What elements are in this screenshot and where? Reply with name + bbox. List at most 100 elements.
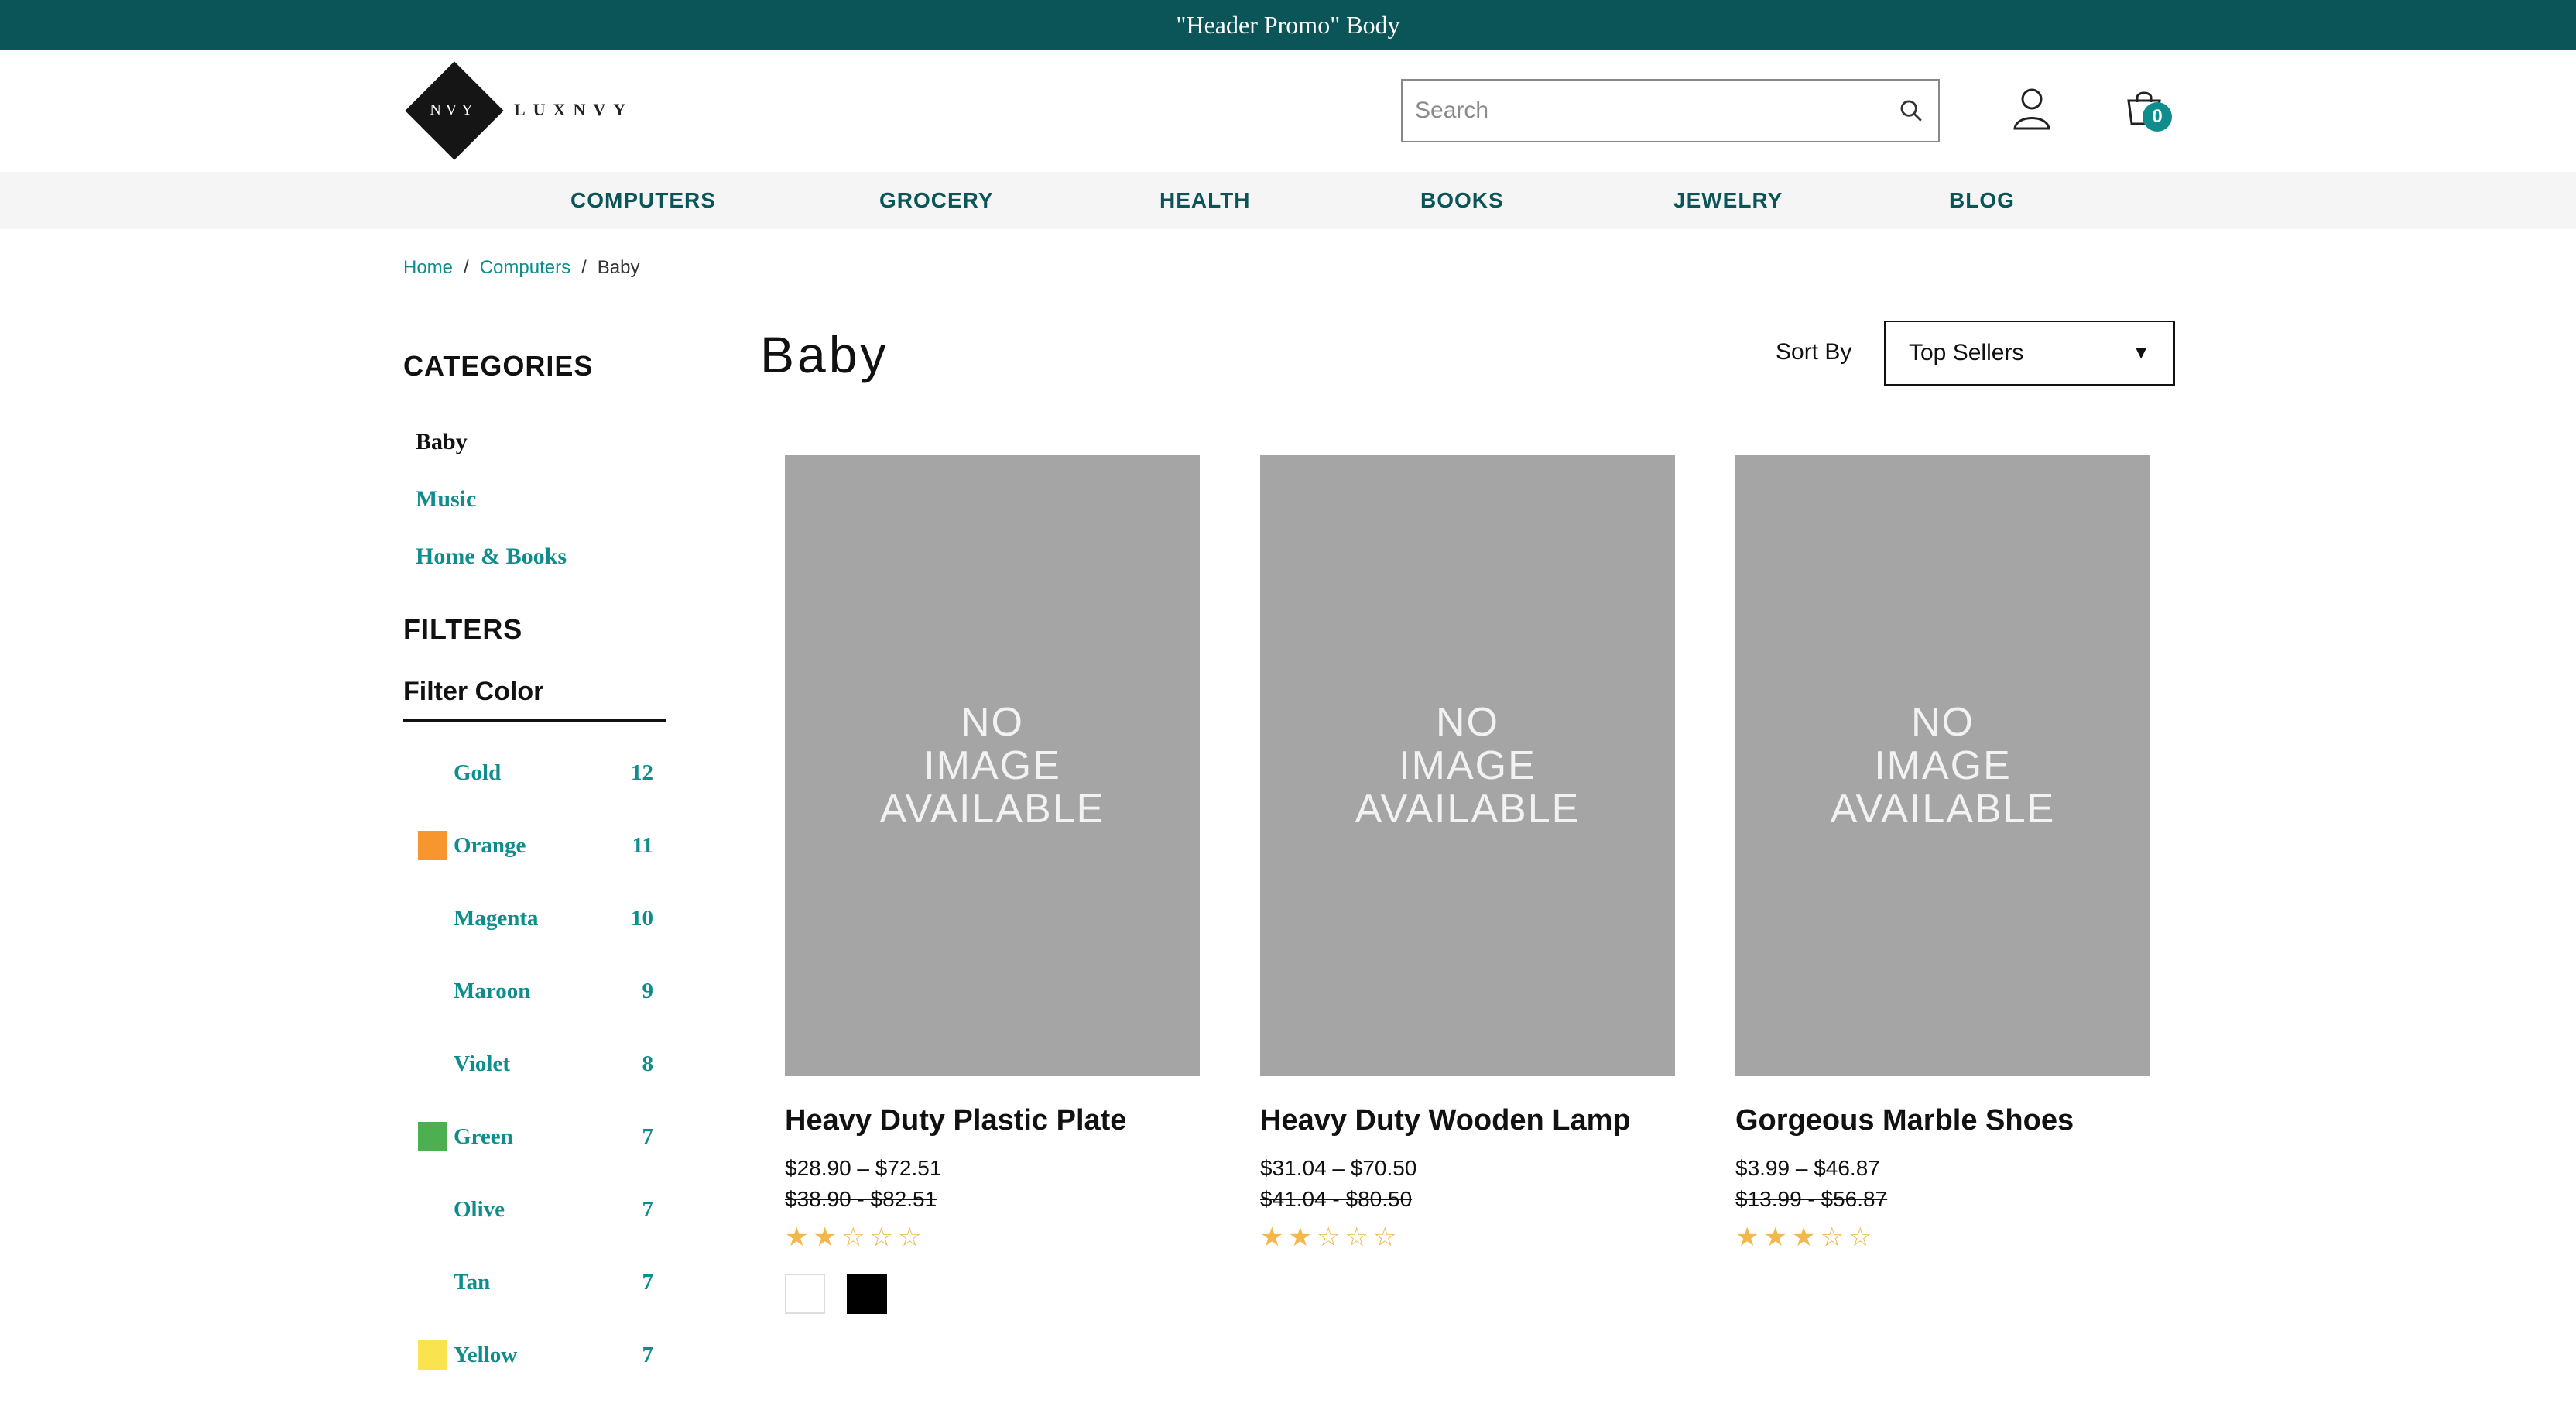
main-nav: COMPUTERS GROCERY HEALTH BOOKS JEWELRY B… — [0, 172, 2576, 229]
product-rating: ★ ★ ★ ☆ ☆ — [1735, 1224, 2150, 1250]
no-image-text: IMAGE — [1874, 743, 2012, 788]
star-empty-icon: ☆ — [1316, 1223, 1341, 1252]
star-filled-icon: ★ — [813, 1223, 837, 1252]
star-empty-icon: ☆ — [869, 1223, 893, 1252]
product-card[interactable]: NO IMAGE AVAILABLE Heavy Duty Wooden Lam… — [1260, 455, 1675, 1250]
product-rating: ★ ★ ☆ ☆ ☆ — [1260, 1224, 1675, 1250]
swatch-black[interactable] — [847, 1274, 887, 1314]
product-title[interactable]: Heavy Duty Plastic Plate — [785, 1104, 1200, 1137]
color-swatch — [418, 831, 447, 860]
breadcrumb-separator: / — [581, 257, 587, 278]
search-box — [1401, 79, 1940, 142]
sort-select[interactable]: Top Sellers ▼ — [1884, 321, 2175, 386]
star-filled-icon: ★ — [1288, 1223, 1312, 1252]
filter-color-name: Olive — [454, 1196, 505, 1222]
breadcrumb: Home / Computers / Baby — [403, 257, 639, 279]
filter-color-olive[interactable]: Olive 7 — [418, 1192, 653, 1226]
product-image-placeholder[interactable]: NO IMAGE AVAILABLE — [785, 455, 1200, 1076]
nav-item-books[interactable]: BOOKS — [1420, 172, 1504, 229]
nav-item-grocery[interactable]: GROCERY — [879, 172, 994, 229]
breadcrumb-home[interactable]: Home — [403, 257, 453, 279]
color-swatch — [418, 1195, 447, 1224]
filter-color-heading[interactable]: Filter Color — [403, 677, 666, 722]
color-swatch — [418, 1267, 447, 1297]
filter-color-name: Gold — [454, 760, 502, 785]
star-empty-icon: ☆ — [1345, 1223, 1368, 1252]
star-half-icon: ☆ — [1820, 1223, 1844, 1252]
star-empty-icon: ☆ — [1372, 1223, 1397, 1252]
product-title[interactable]: Gorgeous Marble Shoes — [1735, 1104, 2150, 1137]
star-empty-icon: ☆ — [1848, 1223, 1872, 1252]
chevron-down-icon: ▼ — [2132, 342, 2150, 363]
filter-color-tan[interactable]: Tan 7 — [418, 1265, 653, 1299]
category-music[interactable]: Music — [416, 486, 476, 513]
no-image-text: AVAILABLE — [1355, 787, 1581, 832]
filter-color-maroon[interactable]: Maroon 9 — [418, 974, 653, 1008]
swatch-white[interactable] — [785, 1274, 825, 1314]
product-title[interactable]: Heavy Duty Wooden Lamp — [1260, 1104, 1675, 1137]
filter-color-name: Violet — [454, 1051, 511, 1076]
no-image-text: IMAGE — [923, 743, 1061, 788]
filter-color-count: 10 — [631, 905, 653, 931]
filter-color-name: Magenta — [454, 905, 539, 931]
account-icon[interactable] — [2012, 87, 2051, 130]
star-empty-icon: ☆ — [841, 1223, 865, 1252]
sort-selected-value: Top Sellers — [1909, 340, 2024, 365]
product-old-price: $41.04 - $80.50 — [1260, 1187, 1413, 1211]
logo-wordmark: LUXNVY — [514, 100, 634, 119]
breadcrumb-computers[interactable]: Computers — [480, 257, 570, 279]
product-card[interactable]: NO IMAGE AVAILABLE Heavy Duty Plastic Pl… — [785, 455, 1200, 1314]
product-price: $31.04 – $70.50 — [1260, 1156, 1417, 1180]
cart-count-badge: 0 — [2143, 102, 2172, 132]
filter-color-name: Maroon — [454, 978, 531, 1003]
logo-monogram: NVY — [430, 101, 478, 118]
filter-color-gold[interactable]: Gold 12 — [418, 756, 653, 790]
logo-diamond: NVY — [404, 60, 504, 160]
filter-color-count: 7 — [642, 1196, 654, 1222]
product-price: $28.90 – $72.51 — [785, 1156, 942, 1180]
filter-color-orange[interactable]: Orange 11 — [418, 828, 653, 863]
filter-color-name: Green — [454, 1123, 513, 1149]
breadcrumb-separator: / — [464, 257, 469, 278]
filter-color-count: 12 — [631, 760, 653, 785]
product-image-placeholder[interactable]: NO IMAGE AVAILABLE — [1260, 455, 1675, 1076]
header-promo: "Header Promo" Body — [0, 0, 2576, 50]
product-swatches — [785, 1274, 1200, 1314]
product-rating: ★ ★ ☆ ☆ ☆ — [785, 1224, 1200, 1250]
category-home-books[interactable]: Home & Books — [416, 544, 567, 570]
no-image-text: NO — [960, 700, 1024, 745]
category-baby[interactable]: Baby — [416, 429, 468, 455]
breadcrumb-current: Baby — [597, 257, 640, 278]
nav-item-computers[interactable]: COMPUTERS — [570, 172, 716, 229]
logo[interactable]: NVY LUXNVY — [404, 60, 634, 160]
filter-color-name: Tan — [454, 1269, 491, 1295]
filter-color-count: 8 — [642, 1051, 654, 1076]
filter-color-count: 7 — [642, 1269, 654, 1295]
product-price: $3.99 – $46.87 — [1735, 1156, 1880, 1180]
search-input[interactable] — [1403, 81, 1884, 141]
page-title: Baby — [760, 326, 889, 383]
color-swatch — [418, 904, 447, 933]
filter-color-green[interactable]: Green 7 — [418, 1120, 653, 1154]
no-image-text: IMAGE — [1399, 743, 1536, 788]
filter-color-magenta[interactable]: Magenta 10 — [418, 901, 653, 935]
nav-item-health[interactable]: HEALTH — [1160, 172, 1250, 229]
star-filled-icon: ★ — [1763, 1223, 1787, 1252]
filter-color-count: 7 — [642, 1123, 654, 1149]
star-filled-icon: ★ — [785, 1223, 809, 1252]
star-empty-icon: ☆ — [897, 1223, 922, 1252]
filter-color-yellow[interactable]: Yellow 7 — [418, 1338, 653, 1372]
product-card[interactable]: NO IMAGE AVAILABLE Gorgeous Marble Shoes… — [1735, 455, 2150, 1250]
nav-item-blog[interactable]: BLOG — [1949, 172, 2015, 229]
no-image-text: AVAILABLE — [879, 787, 1105, 832]
nav-item-jewelry[interactable]: JEWELRY — [1673, 172, 1783, 229]
color-swatch — [418, 1049, 447, 1079]
star-filled-icon: ★ — [1735, 1223, 1759, 1252]
search-icon[interactable] — [1884, 81, 1938, 141]
product-old-price: $38.90 - $82.51 — [785, 1187, 937, 1211]
categories-heading: CATEGORIES — [403, 350, 594, 382]
filter-color-violet[interactable]: Violet 8 — [418, 1047, 653, 1081]
no-image-text: NO — [1435, 700, 1499, 745]
filters-heading: FILTERS — [403, 613, 523, 645]
product-image-placeholder[interactable]: NO IMAGE AVAILABLE — [1735, 455, 2150, 1076]
